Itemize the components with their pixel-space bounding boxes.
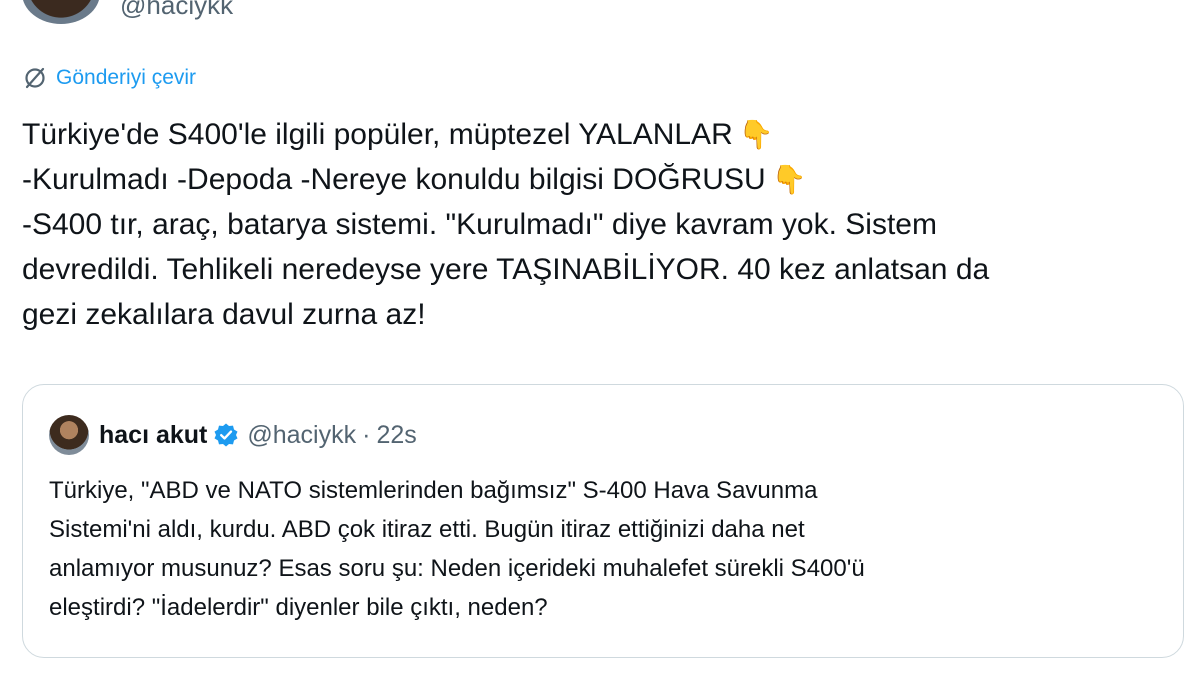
tweet-page: @haciykk Gönderiyi çevir Türkiye'de S400… <box>0 0 1200 675</box>
tweet-line: devredildi. Tehlikeli neredeyse yere TAŞ… <box>22 253 990 286</box>
tweet-header: @haciykk <box>0 0 1200 32</box>
tweet-line: -Kurulmadı -Depoda -Nereye konuldu bilgi… <box>22 157 1182 202</box>
tweet-line: Türkiye'de S400'le ilgili popüler, müpte… <box>22 112 1182 157</box>
verified-badge-icon <box>214 423 238 447</box>
separator-dot: · <box>362 420 371 449</box>
translate-label: Gönderiyi çevir <box>56 66 197 89</box>
tweet-line: -S400 tır, araç, batarya sistemi. "Kurul… <box>22 208 937 241</box>
quoted-tweet-header: hacı akut @haciykk · 22s <box>49 415 417 455</box>
quoted-tweet-line: eleştirdi? "İadelerdir" diyenler bile çı… <box>49 594 548 621</box>
quoted-author-name[interactable]: hacı akut <box>99 421 207 450</box>
quoted-tweet-card[interactable]: hacı akut @haciykk · 22s Türkiye, "ABD v… <box>22 384 1184 658</box>
author-avatar[interactable] <box>22 0 100 24</box>
quoted-tweet-line: Sistemi'ni aldı, kurdu. ABD çok itiraz e… <box>49 516 805 543</box>
translate-icon <box>25 67 45 89</box>
pointing-down-emoji: 👇 <box>771 163 807 196</box>
quoted-tweet-line: Türkiye, "ABD ve NATO sistemlerinden bağ… <box>49 477 818 504</box>
pointing-down-emoji: 👇 <box>738 118 774 151</box>
author-handle[interactable]: @haciykk <box>120 0 233 21</box>
quoted-tweet-time[interactable]: 22s <box>376 421 416 450</box>
quoted-tweet-text: Türkiye, "ABD ve NATO sistemlerinden bağ… <box>49 471 1159 627</box>
quoted-author-handle[interactable]: @haciykk <box>247 421 356 450</box>
tweet-line: gezi zekalılara davul zurna az! <box>22 298 426 331</box>
quoted-tweet-line: anlamıyor musunuz? Esas soru şu: Neden i… <box>49 555 865 582</box>
translate-tweet-link[interactable]: Gönderiyi çevir <box>22 62 196 94</box>
tweet-text: Türkiye'de S400'le ilgili popüler, müpte… <box>22 112 1182 337</box>
quoted-author-avatar[interactable] <box>49 415 89 455</box>
